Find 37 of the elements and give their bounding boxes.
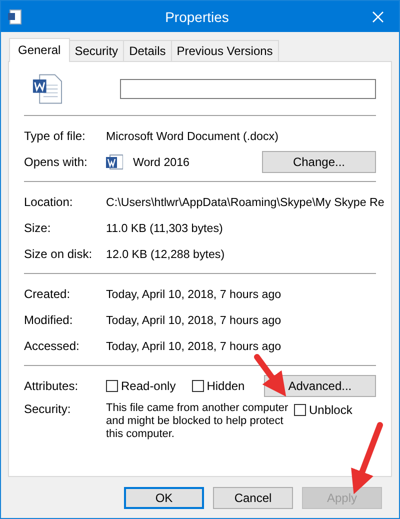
checkbox-label: Hidden	[206, 379, 245, 393]
file-name-field[interactable]	[120, 78, 376, 98]
tab[interactable]: General	[9, 38, 70, 62]
field-value: 12.0 KB (12,288 bytes)	[106, 248, 225, 260]
field-value: C:\Users\htlwr\AppData\Roaming\Skype\My Skype Re	[106, 196, 384, 208]
field-value: Microsoft Word Document (.docx)	[106, 130, 278, 142]
document-icon	[7, 8, 23, 24]
field-label: Opens with:	[24, 155, 88, 169]
checkbox[interactable]	[106, 380, 118, 392]
field-value: Today, April 10, 2018, 7 hours ago	[106, 288, 282, 300]
tab[interactable]: Previous Versions	[170, 40, 279, 61]
field-label: Created:	[24, 287, 72, 301]
close-icon	[371, 10, 385, 24]
field-label: Accessed:	[24, 339, 80, 353]
checkbox[interactable]	[192, 380, 204, 392]
field-label: Modified:	[24, 313, 74, 327]
security-message: This file came from another computer and might be blocked to help protect this computer.	[106, 402, 290, 441]
checkbox-label: Unblock	[309, 403, 352, 417]
checkbox[interactable]	[294, 404, 306, 416]
word-document-icon	[32, 72, 62, 104]
arrow	[254, 354, 286, 397]
field-value: Today, April 10, 2018, 7 hours ago	[106, 340, 282, 352]
field-value: Word 2016	[133, 156, 190, 168]
field-label: Attributes:	[24, 379, 80, 393]
field-label: Size:	[24, 221, 52, 235]
field-value: 11.0 KB (11,303 bytes)	[106, 222, 223, 234]
field-label: Location:	[24, 195, 74, 209]
window-title: Properties	[164, 8, 230, 24]
field-label: Security:	[24, 402, 72, 416]
field-value: Today, April 10, 2018, 7 hours ago	[106, 314, 282, 326]
checkbox-label: Read-only	[121, 379, 176, 393]
word-icon	[106, 154, 123, 170]
dialog-button[interactable]: Cancel	[213, 487, 293, 509]
change-button[interactable]: Change...	[262, 151, 376, 173]
dialog-button[interactable]: OK	[124, 487, 204, 509]
field-label: Type of file:	[24, 129, 86, 143]
field-label: Size on disk:	[24, 247, 94, 261]
